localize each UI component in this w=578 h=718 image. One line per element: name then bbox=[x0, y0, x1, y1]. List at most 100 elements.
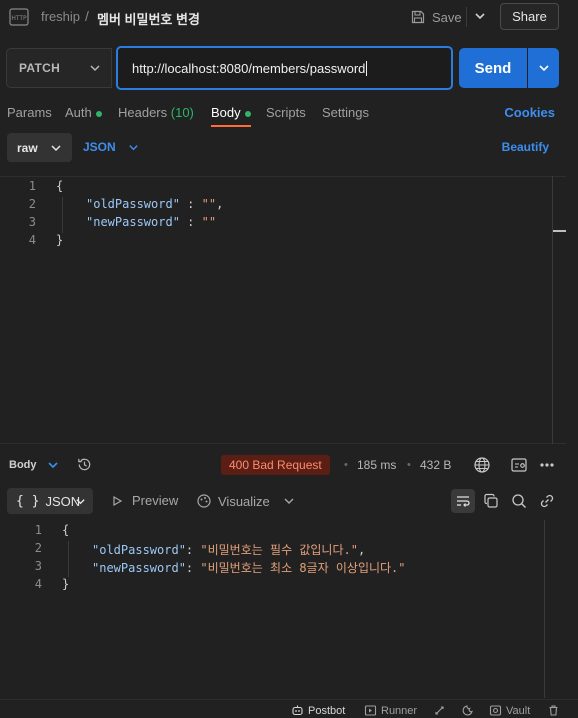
postbot-label: Postbot bbox=[308, 704, 346, 717]
response-size[interactable]: 432 B bbox=[420, 458, 451, 472]
request-title[interactable]: 멤버 비밀번호 변경 bbox=[97, 9, 200, 28]
json-key: "newPassword" bbox=[92, 561, 186, 575]
certificate-icon[interactable] bbox=[510, 457, 528, 473]
share-button[interactable]: Share bbox=[500, 3, 559, 30]
request-body-editor[interactable] bbox=[0, 176, 566, 444]
json-value: "비밀번호는 필수 값입니다." bbox=[200, 543, 358, 557]
meta-separator: • bbox=[344, 459, 348, 471]
vault-label: Vault bbox=[506, 704, 531, 717]
postbot-button[interactable]: Postbot bbox=[291, 704, 345, 717]
code-line-old-password: "oldPassword" : "", bbox=[86, 197, 224, 211]
send-options-button[interactable] bbox=[528, 48, 559, 88]
response-format-select[interactable]: { } JSON bbox=[7, 488, 93, 514]
auth-status-dot bbox=[95, 110, 102, 117]
send-button[interactable]: Send bbox=[459, 48, 527, 88]
chevron-down-icon[interactable] bbox=[473, 9, 487, 23]
line-number: 3 bbox=[28, 215, 36, 229]
breadcrumb-workspace[interactable]: freship bbox=[41, 9, 80, 24]
tab-settings-label: Settings bbox=[322, 105, 369, 120]
more-options-icon[interactable] bbox=[538, 457, 556, 473]
meta-separator: • bbox=[407, 459, 411, 471]
tab-auth[interactable]: Auth bbox=[65, 105, 102, 120]
body-language-label: JSON bbox=[83, 140, 116, 154]
vault-icon bbox=[489, 705, 502, 716]
headers-count: (10) bbox=[170, 105, 194, 120]
save-label: Save bbox=[432, 9, 462, 25]
proxy-icon[interactable] bbox=[433, 704, 446, 717]
line-number: 1 bbox=[28, 179, 36, 193]
json-value: "" bbox=[201, 215, 217, 229]
code-open-brace: { bbox=[56, 179, 64, 193]
url-input[interactable]: http://localhost:8080/members/password bbox=[116, 46, 453, 90]
response-section-label[interactable]: Body bbox=[9, 459, 37, 471]
copy-icon[interactable] bbox=[482, 492, 500, 510]
visualize-icon bbox=[197, 494, 211, 508]
response-line-new-password: "newPassword": "비밀번호는 최소 8글자 이상입니다." bbox=[92, 561, 406, 575]
url-text: http://localhost:8080/members/password bbox=[132, 60, 366, 76]
line-number: 2 bbox=[34, 541, 42, 555]
tab-body[interactable]: Body bbox=[211, 105, 251, 120]
preview-label: Preview bbox=[132, 493, 179, 508]
tab-headers[interactable]: Headers (10) bbox=[118, 105, 194, 120]
json-key: "oldPassword" bbox=[86, 197, 180, 211]
braces-icon: { } bbox=[16, 493, 40, 509]
runner-button[interactable]: Runner bbox=[364, 704, 417, 717]
text-caret bbox=[366, 60, 368, 76]
wrap-lines-button[interactable] bbox=[451, 489, 475, 513]
cookie-icon[interactable] bbox=[461, 704, 474, 717]
body-mode-label: raw bbox=[17, 140, 38, 155]
line-number: 4 bbox=[28, 233, 36, 247]
code-line-new-password: "newPassword" : "" bbox=[86, 215, 217, 229]
chevron-down-icon bbox=[129, 144, 138, 150]
editor-scrollbar-thumb[interactable] bbox=[553, 230, 566, 232]
chevron-down-icon[interactable] bbox=[46, 459, 60, 471]
tab-scripts[interactable]: Scripts bbox=[266, 105, 306, 120]
body-mode-select[interactable]: raw bbox=[7, 133, 72, 162]
save-button[interactable]: Save bbox=[410, 6, 462, 28]
tab-params-label: Params bbox=[7, 105, 52, 120]
chevron-down-icon[interactable] bbox=[283, 495, 295, 507]
chevron-down-icon bbox=[51, 145, 61, 152]
json-key: "oldPassword" bbox=[92, 543, 186, 557]
method-label: PATCH bbox=[19, 61, 61, 75]
trash-icon[interactable] bbox=[547, 704, 560, 717]
vault-button[interactable]: Vault bbox=[489, 704, 530, 717]
chevron-down-icon bbox=[90, 65, 100, 72]
runner-icon bbox=[364, 705, 377, 716]
search-icon[interactable] bbox=[510, 492, 528, 510]
tab-params[interactable]: Params bbox=[7, 105, 52, 120]
active-tab-indicator bbox=[211, 125, 251, 127]
chevron-down-icon bbox=[538, 65, 549, 72]
line-number: 3 bbox=[34, 559, 42, 573]
history-icon[interactable] bbox=[76, 456, 93, 473]
save-divider bbox=[466, 7, 467, 27]
http-request-icon: HTTP bbox=[9, 8, 29, 26]
save-icon bbox=[411, 10, 425, 24]
response-close-brace: } bbox=[62, 577, 70, 591]
tab-body-label: Body bbox=[211, 105, 241, 120]
editor-scrollbar-track bbox=[552, 176, 553, 444]
wrap-lines-icon bbox=[457, 496, 470, 507]
line-number: 4 bbox=[34, 577, 42, 591]
json-key: "newPassword" bbox=[86, 215, 180, 229]
globe-icon[interactable] bbox=[473, 456, 491, 474]
runner-label: Runner bbox=[381, 704, 418, 717]
indent-guide bbox=[62, 197, 63, 233]
json-value: "비밀번호는 최소 8글자 이상입니다." bbox=[200, 561, 406, 575]
play-icon bbox=[113, 495, 123, 506]
tab-settings[interactable]: Settings bbox=[322, 105, 369, 120]
response-line-old-password: "oldPassword": "비밀번호는 필수 값입니다.", bbox=[92, 543, 366, 557]
body-language-select[interactable]: JSON bbox=[83, 140, 139, 154]
cookies-link[interactable]: Cookies bbox=[504, 105, 555, 120]
preview-button[interactable]: Preview bbox=[111, 493, 178, 508]
status-badge[interactable]: 400 Bad Request bbox=[221, 455, 330, 475]
link-icon[interactable] bbox=[538, 492, 556, 510]
beautify-button[interactable]: Beautify bbox=[502, 140, 549, 154]
response-time[interactable]: 185 ms bbox=[357, 458, 396, 472]
line-number: 1 bbox=[34, 523, 42, 537]
method-select[interactable]: PATCH bbox=[6, 48, 112, 88]
response-scrollbar-track bbox=[544, 520, 545, 698]
visualize-button[interactable]: Visualize bbox=[196, 493, 270, 509]
code-close-brace: } bbox=[56, 233, 64, 247]
chevron-down-icon bbox=[76, 499, 85, 505]
